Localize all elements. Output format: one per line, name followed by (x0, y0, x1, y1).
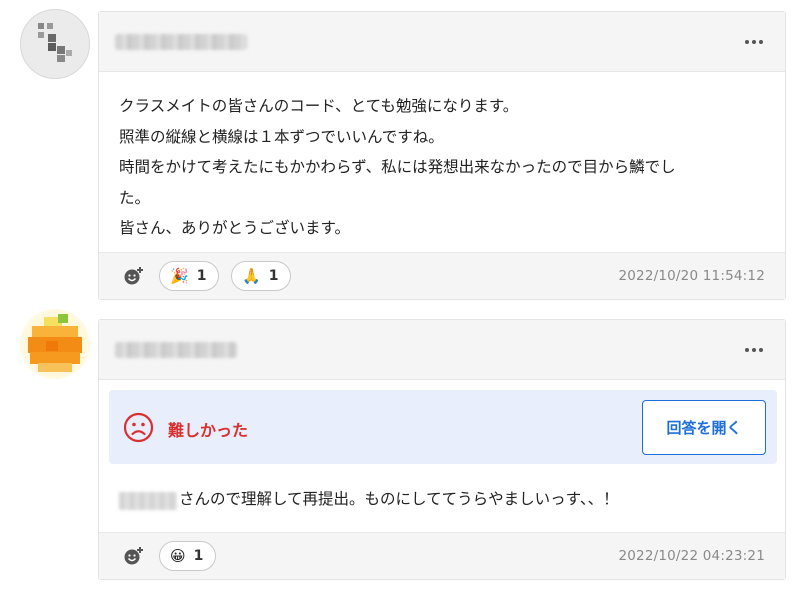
reaction-count: 1 (193, 548, 204, 564)
mention-redacted[interactable] (119, 492, 177, 510)
comment-header (99, 320, 785, 380)
comment-card: クラスメイトの皆さんのコード、とても勉強になります。 照準の縦線と横線は１本ずつ… (98, 11, 786, 300)
comment-header (99, 12, 785, 72)
author-name-redacted (115, 34, 247, 50)
reaction-grinning-face[interactable]: 😀 1 (159, 541, 217, 571)
author-name-redacted (115, 342, 237, 358)
folded-hands-icon: 🙏 (242, 266, 261, 285)
add-reaction-icon[interactable] (123, 265, 145, 287)
sad-face-icon (123, 412, 154, 443)
comment-footer: 😀 1 2022/10/22 04:23:21 (99, 532, 785, 579)
comment-timestamp: 2022/10/20 11:54:12 (618, 268, 765, 284)
difficulty-status: 難しかった 回答を開く (109, 390, 777, 464)
reaction-party-popper[interactable]: 🎉 1 (159, 261, 220, 291)
status-label: 難しかった (168, 421, 249, 440)
add-reaction-icon[interactable] (123, 545, 145, 567)
party-popper-icon: 🎉 (170, 266, 189, 285)
grinning-face-icon: 😀 (170, 546, 186, 565)
comment-body: さんので理解して再提出。ものにしててうらやましいっす、、！ (179, 490, 619, 508)
more-options-icon[interactable] (743, 340, 765, 360)
user-avatar[interactable] (20, 9, 90, 79)
reaction-count: 1 (196, 268, 207, 284)
reaction-count: 1 (268, 268, 279, 284)
comment-card: 難しかった 回答を開く さんので理解して再提出。ものにしててうらやましいっす、、… (98, 319, 786, 580)
comment-body: クラスメイトの皆さんのコード、とても勉強になります。 照準の縦線と横線は１本ずつ… (119, 97, 676, 238)
reaction-folded-hands[interactable]: 🙏 1 (231, 261, 292, 291)
open-answer-button[interactable]: 回答を開く (642, 400, 766, 455)
more-options-icon[interactable] (743, 32, 765, 52)
comment-timestamp: 2022/10/22 04:23:21 (618, 548, 765, 564)
user-avatar[interactable] (20, 309, 90, 379)
comment-footer: 🎉 1 🙏 1 2022/10/20 11:54:12 (99, 252, 785, 299)
